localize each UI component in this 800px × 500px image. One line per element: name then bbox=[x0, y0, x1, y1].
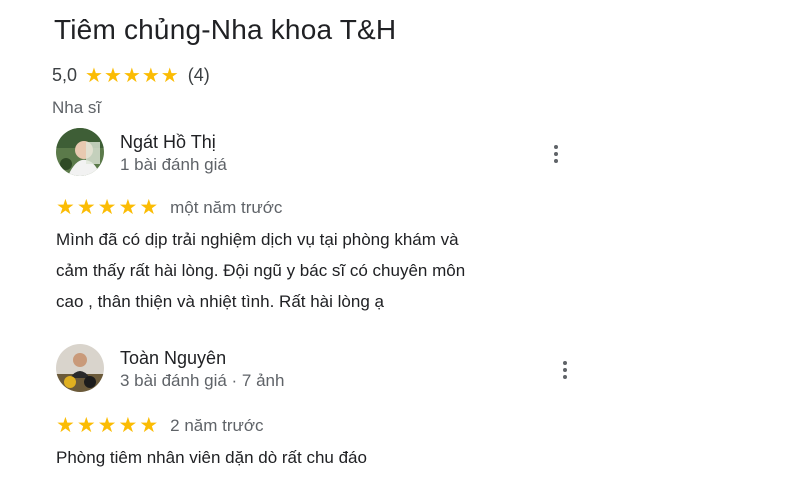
more-vert-icon[interactable] bbox=[553, 356, 577, 384]
avatar[interactable] bbox=[56, 344, 104, 392]
review-card: Toàn Nguyên 3 bài đánh giá · 7 ảnh ★ ★ ★… bbox=[56, 344, 576, 473]
review-count[interactable]: (4) bbox=[188, 65, 210, 86]
place-title: Tiêm chủng-Nha khoa T&H bbox=[54, 14, 397, 45]
review-text-line: Phòng tiêm nhân viên dặn dò rất chu đáo bbox=[56, 448, 367, 467]
place-rating-summary: 5,0 ★ ★ ★ ★ ★ (4) bbox=[52, 65, 210, 86]
place-category[interactable]: Nha sĩ bbox=[52, 98, 101, 118]
review-card: Ngát Hồ Thị 1 bài đánh giá ★ ★ ★ ★ ★ một… bbox=[56, 128, 576, 317]
avatar[interactable] bbox=[56, 128, 104, 176]
star-icon: ★ bbox=[160, 64, 179, 87]
review-text: Phòng tiêm nhân viên dặn dò rất chu đáo bbox=[56, 442, 576, 473]
review-text-line: cảm thấy rất hài lòng. Đội ngũ y bác sĩ … bbox=[56, 261, 466, 280]
star-icon: ★ bbox=[56, 414, 75, 437]
star-icon: ★ bbox=[139, 414, 159, 437]
reviewer-header: Toàn Nguyên 3 bài đánh giá · 7 ảnh bbox=[56, 344, 576, 392]
reviewer-header: Ngát Hồ Thị 1 bài đánh giá bbox=[56, 128, 576, 176]
star-icon: ★ bbox=[97, 196, 117, 219]
star-icon: ★ bbox=[76, 196, 96, 219]
review-text-line: cao , thân thiện và nhiệt tình. Rất hài … bbox=[56, 292, 384, 311]
star-icon: ★ bbox=[139, 196, 159, 219]
star-icon: ★ bbox=[122, 64, 141, 87]
review-text: Mình đã có dịp trải nghiệm dịch vụ tại p… bbox=[56, 224, 576, 317]
review-time: một năm trước bbox=[170, 197, 283, 217]
reviewer-meta: 3 bài đánh giá · 7 ảnh bbox=[120, 371, 285, 390]
more-vert-icon[interactable] bbox=[544, 140, 568, 168]
reviewer-meta: 1 bài đánh giá bbox=[120, 155, 227, 174]
star-icon: ★ bbox=[118, 414, 138, 437]
rating-score: 5,0 bbox=[52, 65, 78, 85]
reviewer-name[interactable]: Toàn Nguyên bbox=[120, 346, 284, 370]
star-icon: ★ bbox=[103, 64, 122, 87]
star-icon: ★ bbox=[56, 196, 75, 219]
review-time: 2 năm trước bbox=[170, 415, 264, 435]
review-rating: ★ ★ ★ ★ ★ một năm trước bbox=[56, 197, 576, 218]
star-icon: ★ bbox=[141, 64, 160, 87]
star-icon: ★ bbox=[76, 414, 96, 437]
review-rating: ★ ★ ★ ★ ★ 2 năm trước bbox=[56, 415, 576, 436]
reviewer-name[interactable]: Ngát Hồ Thị bbox=[120, 130, 227, 154]
star-icon: ★ bbox=[85, 64, 103, 87]
star-icon: ★ bbox=[97, 414, 117, 437]
review-text-line: Mình đã có dịp trải nghiệm dịch vụ tại p… bbox=[56, 230, 459, 249]
star-icon: ★ bbox=[118, 196, 138, 219]
rating-stars: ★ ★ ★ ★ ★ bbox=[85, 66, 180, 86]
